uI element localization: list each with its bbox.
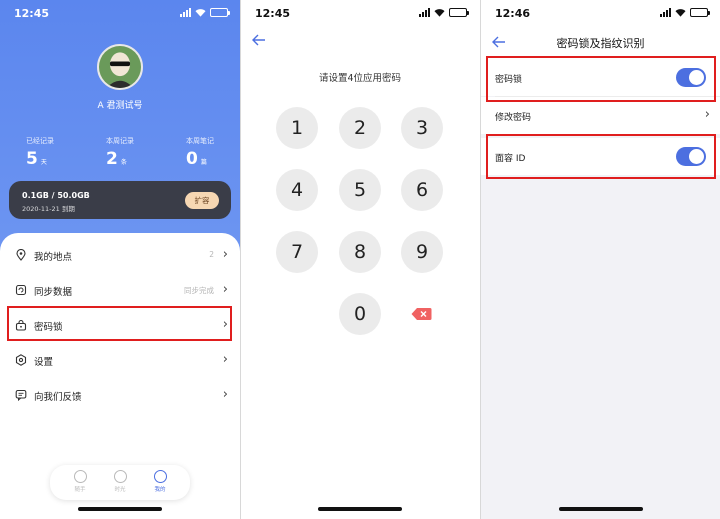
keypad-key-1[interactable]: 1	[276, 107, 318, 149]
stat-unit: 篇	[200, 159, 207, 166]
chevron-right-icon: ›	[222, 282, 228, 297]
tab-timeline[interactable]: 时光	[105, 470, 135, 493]
stat-value: 2	[106, 149, 118, 169]
back-arrow-icon[interactable]	[251, 32, 267, 48]
stat-week-notes: 本周笔记 0篇	[186, 136, 214, 169]
setting-row-change-password[interactable]: 修改密码 ›	[481, 97, 720, 134]
menu-item-label: 同步数据	[34, 287, 73, 298]
status-time: 12:45	[255, 7, 291, 20]
home-indicator	[78, 507, 162, 511]
stat-recorded-days: 已经记录 5天	[26, 136, 54, 169]
home-indicator	[318, 507, 402, 511]
tab-label: 我的	[154, 487, 166, 493]
chevron-right-icon: ›	[222, 387, 228, 402]
profile-icon	[153, 470, 167, 483]
keypad-key-4[interactable]: 4	[276, 169, 318, 211]
status-time: 12:46	[495, 7, 531, 20]
menu-item-settings[interactable]: 设置 ›	[0, 343, 240, 378]
status-time: 12:45	[14, 7, 50, 20]
passcode-screen: 12:45 请设置4位应用密码 1 2 3 4 5 6 7 8 9 0	[241, 0, 479, 519]
chevron-right-icon: ›	[222, 352, 228, 367]
tab-casual[interactable]: 随手	[65, 470, 95, 493]
keypad-key-6[interactable]: 6	[401, 169, 443, 211]
avatar[interactable]	[97, 44, 143, 90]
keypad-key-5[interactable]: 5	[339, 169, 381, 211]
gear-icon	[15, 354, 27, 366]
keypad-key-2[interactable]: 2	[339, 107, 381, 149]
wifi-icon	[195, 9, 206, 17]
keypad-key-0[interactable]: 0	[339, 293, 381, 335]
status-bar: 12:46	[481, 0, 720, 26]
feedback-icon	[15, 389, 27, 401]
menu-item-label: 向我们反馈	[34, 392, 82, 403]
profile-screen: 12:45 A 君测试号 已经记录 5天 本周记录 2条 本周笔记 0篇 0.1…	[0, 0, 240, 519]
keypad-key-3[interactable]: 3	[401, 107, 443, 149]
menu-item-feedback[interactable]: 向我们反馈 ›	[0, 378, 240, 413]
menu-item-my-places[interactable]: 我的地点 2 ›	[0, 238, 240, 273]
chevron-right-icon: ›	[704, 107, 710, 122]
keypad-key-8[interactable]: 8	[339, 231, 381, 273]
menu-item-value: 2	[209, 250, 214, 259]
bottom-tab-bar: 随手 时光 我的	[50, 465, 190, 500]
setting-label: 修改密码	[495, 113, 532, 123]
status-bar: 12:45	[241, 0, 479, 26]
expand-storage-button[interactable]: 扩容	[185, 192, 219, 209]
menu-item-label: 我的地点	[34, 252, 73, 263]
signal-icon	[660, 8, 671, 17]
page-title: 密码锁及指纹识别	[556, 37, 645, 50]
stat-label: 本周记录	[106, 137, 134, 145]
lock-settings-screen: 12:46 密码锁及指纹识别 密码锁 修改密码 › 面容 ID	[481, 0, 720, 519]
menu-item-value: 同步完成	[184, 286, 214, 295]
highlight-box-face-id	[486, 134, 716, 179]
wifi-icon	[434, 9, 445, 17]
storage-card: 0.1GB / 50.0GB 2020-11-21 到期 扩容	[9, 181, 231, 219]
menu-item-sync[interactable]: 同步数据 同步完成 ›	[0, 273, 240, 308]
stat-value: 5	[26, 149, 38, 169]
status-bar: 12:45	[0, 0, 240, 26]
chevron-right-icon: ›	[222, 247, 228, 262]
smile-icon	[73, 470, 87, 483]
battery-icon	[449, 8, 469, 17]
highlight-box-passcode-lock	[486, 56, 716, 102]
stat-label: 本周笔记	[186, 137, 214, 145]
tab-label: 随手	[74, 487, 86, 493]
keypad-key-9[interactable]: 9	[401, 231, 443, 273]
sync-icon	[15, 284, 27, 296]
stat-value: 0	[186, 149, 198, 169]
location-pin-icon	[16, 249, 26, 261]
menu-item-label: 设置	[34, 357, 54, 368]
username: A 君测试号	[97, 101, 143, 111]
battery-icon	[690, 8, 710, 17]
home-indicator	[558, 507, 643, 511]
tab-label: 时光	[114, 487, 126, 493]
storage-expiry: 2020-11-21 到期	[22, 205, 75, 213]
battery-icon	[210, 8, 230, 17]
stat-label: 已经记录	[26, 137, 54, 145]
signal-icon	[180, 8, 191, 17]
keypad-key-7[interactable]: 7	[276, 231, 318, 273]
signal-icon	[419, 8, 430, 17]
storage-size: 0.1GB / 50.0GB	[22, 191, 90, 200]
wifi-icon	[675, 9, 686, 17]
stat-unit: 条	[120, 159, 127, 166]
globe-icon	[113, 470, 127, 483]
navigation-bar: 密码锁及指纹识别	[481, 26, 720, 60]
passcode-prompt: 请设置4位应用密码	[318, 73, 402, 84]
stat-week-records: 本周记录 2条	[106, 136, 134, 169]
highlight-box-passcode-lock	[7, 306, 232, 341]
backspace-icon[interactable]	[411, 307, 432, 321]
stat-unit: 天	[40, 159, 47, 166]
tab-mine[interactable]: 我的	[145, 470, 175, 493]
